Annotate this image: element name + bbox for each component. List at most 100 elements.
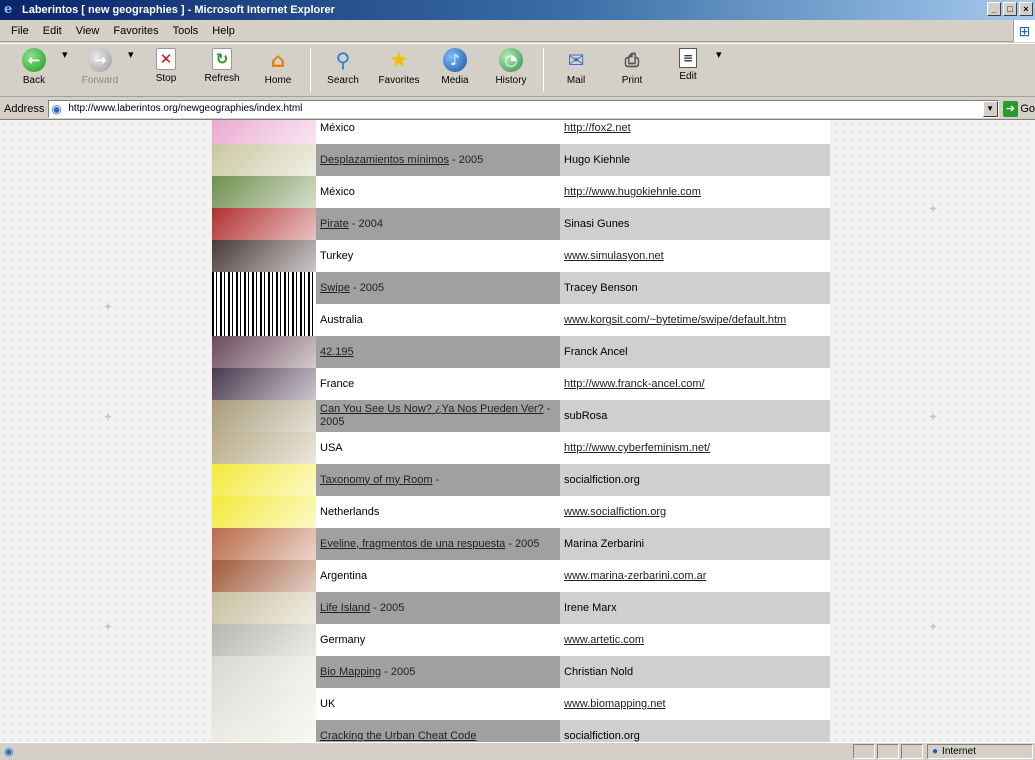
security-zone: ● Internet (927, 744, 1033, 759)
artwork-thumbnail[interactable] (212, 432, 316, 464)
back-button[interactable]: ← Back (6, 48, 62, 94)
country-cell: Netherlands (316, 496, 560, 528)
artist-name: Hugo Kiehnle (564, 154, 631, 166)
artwork-thumbnail[interactable] (212, 336, 316, 368)
stop-label: Stop (155, 73, 177, 84)
work-title-link[interactable]: 42.195 (320, 346, 354, 358)
artwork-thumbnail[interactable] (212, 120, 316, 144)
artwork-thumbnail[interactable] (212, 272, 316, 304)
favorites-button[interactable]: ★ Favorites (371, 48, 427, 94)
address-bar: Address ◉ http://www.laberintos.org/newg… (0, 98, 1035, 120)
country-label: Turkey (320, 249, 354, 262)
print-button[interactable]: ⎙ Print (604, 48, 660, 94)
artwork-thumbnail[interactable] (212, 560, 316, 592)
close-button[interactable]: × (1019, 2, 1033, 16)
artwork-thumbnail[interactable] (212, 720, 316, 742)
artist-cell: Franck Ancel (560, 336, 830, 368)
edit-button[interactable]: ≡ Edit (660, 48, 716, 94)
work-title-cell: Life Island - 2005 (316, 592, 560, 624)
menu-file[interactable]: File (4, 25, 36, 37)
country-label: México (320, 121, 355, 134)
artwork-thumbnail[interactable] (212, 208, 316, 240)
page-icon: ◉ (51, 101, 62, 116)
work-title-link[interactable]: Cracking the Urban Cheat Code (320, 730, 477, 742)
artwork-thumbnail[interactable] (212, 368, 316, 400)
menu-edit[interactable]: Edit (36, 25, 69, 37)
work-title-link[interactable]: Pirate (320, 218, 349, 230)
home-label: Home (264, 75, 292, 86)
history-button[interactable]: ◔ History (483, 48, 539, 94)
forward-dropdown-icon[interactable]: ▾ (128, 48, 138, 61)
country-label: France (320, 377, 355, 390)
website-link[interactable]: www.artetic.com (564, 634, 644, 646)
media-label: Media (441, 75, 469, 86)
menu-help[interactable]: Help (205, 25, 242, 37)
menu-favorites[interactable]: Favorites (106, 25, 165, 37)
page-viewport[interactable]: ✦ ✦ ✦ ✦ ✦ ✦ México http://fox2.net Desplaz… (0, 120, 1035, 742)
menu-tools[interactable]: Tools (166, 25, 206, 37)
artwork-thumbnail[interactable] (212, 464, 316, 496)
artwork-thumbnail[interactable] (212, 240, 316, 272)
table-row: Australia www.korgsit.com/~bytetime/swipe… (212, 304, 830, 336)
artwork-thumbnail[interactable] (212, 656, 316, 688)
back-dropdown-icon[interactable]: ▾ (62, 48, 72, 61)
artwork-thumbnail[interactable] (212, 304, 316, 336)
website-link[interactable]: www.marina-zerbarini.com.ar (564, 570, 706, 582)
country-label: Argentina (320, 569, 368, 582)
address-input[interactable]: ◉ http://www.laberintos.org/newgeographi… (48, 99, 999, 118)
website-link[interactable]: http://fox2.net (564, 122, 631, 134)
website-link[interactable]: www.biomapping.net (564, 698, 666, 710)
website-link[interactable]: http://www.hugokiehnle.com (564, 186, 701, 198)
window-title: Laberintos [ new geographies ] - Microso… (22, 4, 335, 16)
search-button[interactable]: ⚲ Search (315, 48, 371, 94)
address-dropdown-icon[interactable]: ▼ (982, 100, 998, 117)
work-title-link[interactable]: Can You See Us Now? ¿Ya Nos Pueden Ver? (320, 403, 544, 415)
windows-logo-icon: ⊞ (1013, 20, 1035, 42)
refresh-button[interactable]: ↻ Refresh (194, 48, 250, 94)
minimize-button[interactable]: _ (987, 2, 1001, 16)
artist-cell: Sinasi Gunes (560, 208, 830, 240)
favorites-star-icon: ★ (389, 47, 409, 73)
menu-view[interactable]: View (69, 25, 107, 37)
forward-button[interactable]: → Forward (72, 48, 128, 94)
website-link[interactable]: www.socialfiction.org (564, 506, 666, 518)
artwork-thumbnail[interactable] (212, 688, 316, 720)
work-title-link[interactable]: Desplazamientos mínimos (320, 154, 449, 166)
website-link[interactable]: http://www.cyberfeminism.net/ (564, 442, 710, 454)
page-status-icon: ◉ (4, 745, 14, 758)
website-link[interactable]: http://www.franck-ancel.com/ (564, 378, 705, 390)
home-button[interactable]: ⌂ Home (250, 48, 306, 94)
artwork-thumbnail[interactable] (212, 624, 316, 656)
artwork-thumbnail[interactable] (212, 592, 316, 624)
country-cell: Australia (316, 304, 560, 336)
country-cell: Turkey (316, 240, 560, 272)
media-button[interactable]: ♪ Media (427, 48, 483, 94)
edit-dropdown-icon[interactable]: ▾ (716, 48, 726, 61)
table-row: 42.195 Franck Ancel (212, 336, 830, 368)
artwork-thumbnail[interactable] (212, 528, 316, 560)
artist-name: Sinasi Gunes (564, 218, 630, 230)
maximize-button[interactable]: □ (1003, 2, 1017, 16)
work-title-link[interactable]: Taxonomy of my Room (320, 474, 432, 486)
website-link[interactable]: www.simulasyon.net (564, 250, 664, 262)
mail-label: Mail (566, 75, 586, 86)
mail-button[interactable]: ✉ Mail (548, 48, 604, 94)
artwork-thumbnail[interactable] (212, 496, 316, 528)
print-label: Print (621, 75, 643, 86)
website-link[interactable]: www.korgsit.com/~bytetime/swipe/default.… (564, 314, 786, 326)
back-arrow-icon: ← (22, 48, 46, 72)
work-title-link[interactable]: Swipe (320, 282, 350, 294)
go-button[interactable]: Go (1020, 103, 1035, 115)
work-title-link[interactable]: Eveline, fragmentos de una respuesta (320, 538, 505, 550)
artist-cell: Marina Zerbarini (560, 528, 830, 560)
website-cell: http://www.cyberfeminism.net/ (560, 432, 830, 464)
table-row: Life Island - 2005 Irene Marx (212, 592, 830, 624)
work-title-link[interactable]: Bio Mapping (320, 666, 381, 678)
artwork-thumbnail[interactable] (212, 400, 316, 432)
artwork-thumbnail[interactable] (212, 176, 316, 208)
artwork-thumbnail[interactable] (212, 144, 316, 176)
go-arrow-icon[interactable]: ➔ (1002, 100, 1019, 117)
stop-button[interactable]: ✕ Stop (138, 48, 194, 94)
address-url[interactable]: http://www.laberintos.org/newgeographies… (68, 103, 302, 114)
work-title-link[interactable]: Life Island (320, 602, 370, 614)
